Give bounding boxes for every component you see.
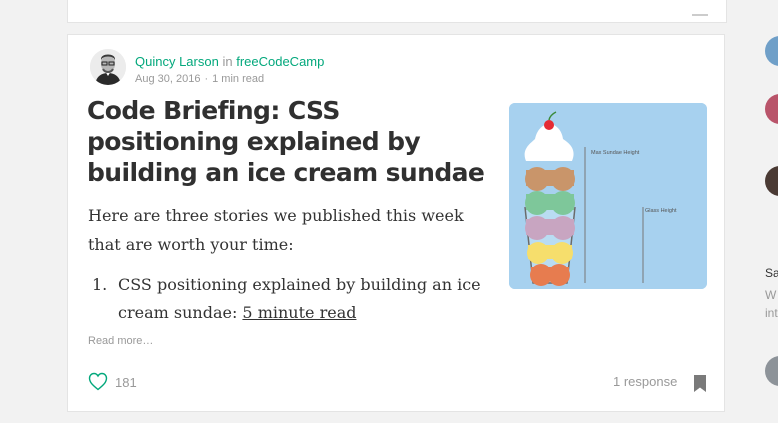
responses-link[interactable]: 1 response [613, 374, 677, 389]
author-link[interactable]: Quincy Larson [135, 54, 219, 69]
author-avatar[interactable] [90, 49, 126, 85]
recommended-avatar[interactable] [765, 36, 778, 66]
right-rail: Sa W int [755, 0, 778, 423]
recommended-avatar[interactable] [765, 356, 778, 386]
post-image[interactable]: Max Sundae Height Glass Height [509, 103, 707, 289]
previous-post-card [67, 0, 727, 23]
recommended-avatar[interactable] [765, 166, 778, 196]
post-title[interactable]: Code Briefing: CSS positioning explained… [87, 95, 487, 188]
list-text: CSS positioning explained by building an… [118, 271, 482, 327]
max-sundae-height-label: Max Sundae Height [591, 150, 640, 156]
like-heart-icon[interactable] [88, 372, 108, 391]
post-date-line: Aug 30, 2016 · 1 min read [135, 72, 264, 86]
meta-separator: · [204, 73, 209, 85]
bookmark-icon-partial[interactable] [692, 8, 708, 16]
read-more-link[interactable]: Read more… [88, 335, 153, 347]
glass-height-label: Glass Height [645, 208, 677, 214]
list-number: 1. [92, 275, 108, 294]
rail-text: W [765, 288, 777, 302]
read-time-link[interactable]: 5 minute read [242, 303, 356, 322]
post-date[interactable]: Aug 30, 2016 [135, 73, 200, 85]
rail-text: int [765, 306, 778, 320]
post-excerpt[interactable]: Here are three stories we published this… [88, 201, 480, 259]
rail-text[interactable]: Sa [765, 266, 778, 280]
read-time: 1 min read [212, 73, 265, 85]
recommended-avatar[interactable] [765, 94, 778, 124]
publication-link[interactable]: freeCodeCamp [236, 54, 324, 69]
post-meta: Quincy Larson in freeCodeCamp [135, 53, 324, 71]
in-label: in [222, 54, 233, 69]
clap-count[interactable]: 181 [115, 375, 137, 390]
bookmark-icon[interactable] [693, 374, 707, 393]
post-card: Quincy Larson in freeCodeCamp Aug 30, 20… [67, 34, 725, 412]
